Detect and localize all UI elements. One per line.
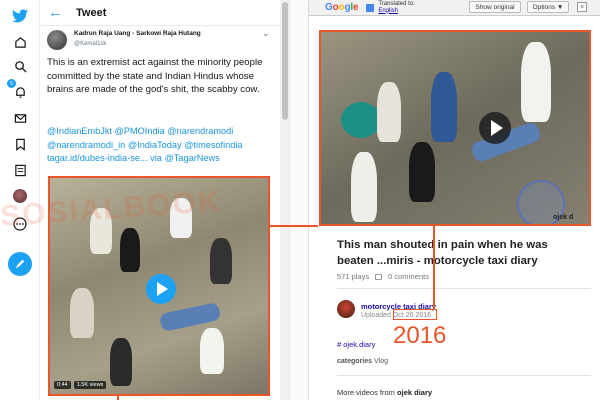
divider	[337, 288, 591, 289]
video-title: This man shouted in pain when he was bea…	[337, 239, 548, 267]
annotation-connector	[268, 225, 318, 227]
show-original-button[interactable]: Show original	[469, 1, 521, 13]
language-link[interactable]: English	[378, 8, 398, 14]
bookmarks-icon[interactable]	[10, 134, 30, 154]
video-watermark: ojek d	[553, 214, 574, 221]
scrollbar-thumb[interactable]	[282, 2, 288, 120]
more-videos: More videos from ojek diary	[337, 388, 432, 397]
page-title: Tweet	[76, 6, 107, 19]
uploaded-label: Uploaded	[361, 312, 391, 319]
messages-icon[interactable]	[10, 108, 30, 128]
options-button[interactable]: Options ▼	[527, 1, 569, 13]
author-name[interactable]: Kadrun Raja Uang - Sarkowi Raja Hutang	[74, 30, 201, 37]
more-videos-channel[interactable]: ojek diary	[397, 388, 432, 397]
tweet-header: ← Tweet	[40, 0, 280, 26]
video-figure	[377, 82, 401, 142]
author-avatar[interactable]	[47, 30, 67, 50]
play-button[interactable]	[479, 112, 511, 144]
channel-avatar[interactable]	[337, 300, 355, 318]
video-stats: 571 plays 0 comments	[337, 272, 429, 281]
divider	[337, 375, 591, 376]
close-icon[interactable]: ×	[577, 2, 587, 12]
translated-to: Translated to: English	[378, 1, 414, 15]
google-logo: Google	[325, 2, 359, 13]
compose-icon[interactable]	[8, 252, 32, 276]
twitter-panel: 5 ← Tweet Kadrun Raja Uang - Sarkowi Raj…	[0, 0, 290, 400]
hashtag-link[interactable]: # ojek.diary	[337, 340, 375, 349]
tweet-links[interactable]: @IndianEmbJkt @PMOIndia @narendramodi @n…	[47, 125, 279, 166]
video-figure	[120, 228, 140, 272]
translate-bar: Google Translated to: English Show origi…	[309, 0, 600, 16]
video-figure	[210, 238, 232, 284]
lists-icon[interactable]	[10, 160, 30, 180]
divider	[290, 0, 308, 400]
video-figure	[341, 102, 381, 138]
category-value[interactable]: Vlog	[374, 358, 388, 365]
translated-page-panel: Google Translated to: English Show origi…	[308, 0, 600, 400]
video-views: 1.5K views	[73, 381, 107, 389]
categories: categories Vlog	[337, 358, 388, 365]
comment-icon	[375, 273, 383, 280]
author-handle[interactable]: @Kemal1sk	[74, 41, 106, 47]
video-figure	[409, 142, 435, 202]
video-figure	[431, 72, 457, 142]
video-figure	[521, 42, 551, 122]
video-figure	[70, 288, 94, 338]
annotation-year: 2016	[393, 322, 447, 349]
play-icon	[157, 282, 168, 296]
video-figure	[110, 338, 132, 386]
video-figure	[351, 152, 377, 222]
annotation-connector	[433, 224, 435, 310]
play-count: 571 plays	[337, 272, 370, 281]
play-button[interactable]	[146, 274, 176, 304]
search-icon[interactable]	[10, 56, 30, 76]
back-arrow-icon[interactable]: ←	[48, 4, 66, 21]
comment-count[interactable]: 0 comments	[388, 272, 429, 281]
notification-count: 5	[7, 79, 16, 88]
video-figure	[200, 328, 224, 374]
translate-icon	[366, 3, 375, 12]
more-videos-label: More videos from	[337, 388, 395, 397]
tweet-text: This is an extremist act against the min…	[47, 57, 263, 95]
translated-to-label: Translated to:	[378, 0, 415, 7]
video-badges: 0:44 1.5K views	[54, 381, 107, 389]
embedded-video[interactable]: ojek d	[319, 30, 591, 226]
home-icon[interactable]	[10, 32, 30, 52]
twitter-logo-icon[interactable]	[10, 6, 30, 26]
play-icon	[490, 120, 503, 136]
chevron-down-icon[interactable]: ⌄	[262, 28, 270, 39]
categories-label: categories	[337, 358, 373, 365]
video-duration: 0:44	[54, 381, 71, 389]
notifications-icon[interactable]: 5	[7, 79, 30, 102]
date-highlight-box	[393, 309, 437, 320]
annotation-connector	[117, 396, 119, 400]
